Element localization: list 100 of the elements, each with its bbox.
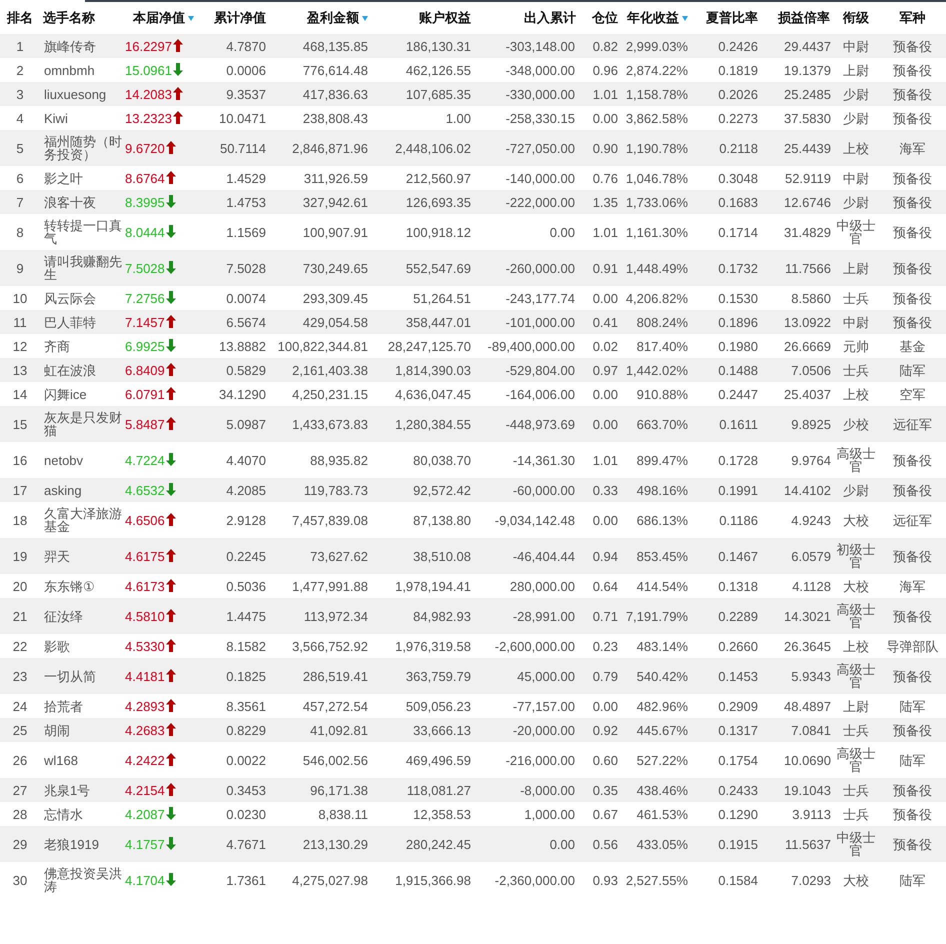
table-cell: 胡闹 xyxy=(44,722,70,738)
table-cell: 影之叶 xyxy=(44,170,83,186)
table-cell: 陆军 xyxy=(900,362,926,378)
table-cell: 0.00 xyxy=(592,386,618,402)
column-header: 衔级 xyxy=(843,10,869,25)
table-cell: 498.16% xyxy=(636,482,688,498)
column-header[interactable]: 盈利金额 xyxy=(307,10,359,25)
table-cell: 0.1732 xyxy=(718,260,758,276)
table-cell: 482.96% xyxy=(636,698,688,714)
table-cell: 3.9113 xyxy=(792,806,831,822)
table-cell: 25.2485 xyxy=(784,86,831,102)
table-cell: 1.4529 xyxy=(226,170,266,186)
column-header: 军种 xyxy=(900,10,926,25)
table-cell: 7,457,839.08 xyxy=(292,512,368,528)
table-cell: 0.5829 xyxy=(226,362,266,378)
table-cell: -222,000.00 xyxy=(506,194,575,210)
table-cell: 438.46% xyxy=(636,782,688,798)
table-cell: 1.01 xyxy=(592,452,618,468)
table-cell: 433.05% xyxy=(636,836,688,852)
table-cell: 1,161.30% xyxy=(626,224,688,240)
table-cell: 546,002.56 xyxy=(302,752,368,768)
table-cell: 358,447.01 xyxy=(406,314,471,330)
column-header[interactable]: 本届净值 xyxy=(133,10,185,25)
table-cell: 9.9764 xyxy=(791,452,831,468)
table-cell: 12 xyxy=(12,338,28,354)
table-cell: 0.8229 xyxy=(226,722,266,738)
table-cell: 5.8487 xyxy=(125,417,165,432)
table-cell: 1,915,366.98 xyxy=(395,872,471,888)
table-cell: 19.1379 xyxy=(784,62,831,78)
table-cell: 51,264.51 xyxy=(413,290,471,306)
table-cell: 预备役 xyxy=(893,290,932,306)
table-cell: 风云际会 xyxy=(44,290,96,306)
table-cell: 8,838.11 xyxy=(318,806,368,822)
table-cell: 96,171.38 xyxy=(310,782,368,798)
table-cell: 上尉 xyxy=(843,260,869,276)
table-cell: 2,448,106.02 xyxy=(395,140,471,156)
table-cell: 8.5860 xyxy=(791,290,831,306)
table-cell: 高级士官 xyxy=(836,446,876,474)
table-cell: 26.3645 xyxy=(784,638,831,654)
table-cell: 540.42% xyxy=(636,668,688,684)
table-cell: 0.1186 xyxy=(719,512,758,528)
table-cell: 26 xyxy=(12,752,28,768)
table-cell: 2 xyxy=(16,62,24,78)
table-cell: 6.9925 xyxy=(125,339,165,354)
table-cell: 0.2909 xyxy=(718,698,758,714)
table-cell: 1,046.78% xyxy=(626,170,688,186)
table-cell: 417,836.63 xyxy=(302,86,368,102)
table-cell: 1,978,194.41 xyxy=(395,578,471,594)
table-cell: 817.40% xyxy=(636,338,688,354)
table-cell: 280,000.00 xyxy=(510,578,575,594)
table-cell: 1,814,390.03 xyxy=(395,362,471,378)
table-cell: 士兵 xyxy=(843,782,869,798)
table-cell: 0.94 xyxy=(592,548,618,564)
table-cell: 上校 xyxy=(843,386,869,402)
sort-icon[interactable] xyxy=(682,16,688,22)
table-cell: 462,126.55 xyxy=(406,62,471,78)
table-cell: 0.00 xyxy=(592,290,618,306)
table-cell: 上尉 xyxy=(843,698,869,714)
table-cell: 2,846,871.96 xyxy=(292,140,368,156)
table-cell: 远征军 xyxy=(893,512,932,528)
table-cell: 1.01 xyxy=(592,224,618,240)
table-cell: 0.00 xyxy=(592,698,618,714)
table-cell: 征汝绎 xyxy=(44,608,83,624)
table-cell: 414.54% xyxy=(636,578,688,594)
table-cell: 48.4897 xyxy=(784,698,831,714)
table-cell: 0.1467 xyxy=(718,548,758,564)
table-cell: 28 xyxy=(12,806,28,822)
table-cell: -260,000.00 xyxy=(506,260,575,276)
table-cell: netobv xyxy=(44,452,84,468)
table-cell: -28,991.00 xyxy=(512,608,575,624)
table-cell: 士兵 xyxy=(843,806,869,822)
table-cell: 高级士官 xyxy=(836,662,876,690)
table-cell: 闪舞ice xyxy=(44,386,87,402)
table-cell: 50.7114 xyxy=(220,140,266,156)
table-cell: 0.67 xyxy=(592,806,618,822)
table-cell: 0.2426 xyxy=(718,38,758,54)
table-cell: 士兵 xyxy=(843,362,869,378)
table-cell: -448,973.69 xyxy=(506,416,575,432)
table-cell: 15 xyxy=(12,416,28,432)
table-cell: 13.2323 xyxy=(125,111,172,126)
table-cell: 2,874.22% xyxy=(626,62,688,78)
table-cell: 0.1317 xyxy=(718,722,758,738)
table-cell: 中级士官 xyxy=(836,830,876,858)
table-cell: 4.7870 xyxy=(226,38,266,54)
table-cell: 15.0961 xyxy=(125,63,172,78)
table-cell: 41,092.81 xyxy=(310,722,368,738)
sort-icon[interactable] xyxy=(362,16,368,22)
table-cell: 0.2289 xyxy=(718,608,758,624)
table-cell: 虹在波浪 xyxy=(44,362,96,378)
table-cell: 3 xyxy=(16,86,24,102)
table-cell: 0.1915 xyxy=(718,836,758,852)
table-cell: 0.1290 xyxy=(718,806,758,822)
table-cell: -46,404.44 xyxy=(512,548,575,564)
table-cell: 4.7224 xyxy=(125,453,165,468)
table-cell: 1,000.00 xyxy=(524,806,575,822)
table-cell: 0.1453 xyxy=(718,668,758,684)
table-cell: 7.0841 xyxy=(791,722,831,738)
sort-icon[interactable] xyxy=(188,16,194,22)
table-cell: 28,247,125.70 xyxy=(388,338,471,354)
column-header[interactable]: 年化收益 xyxy=(627,10,679,25)
